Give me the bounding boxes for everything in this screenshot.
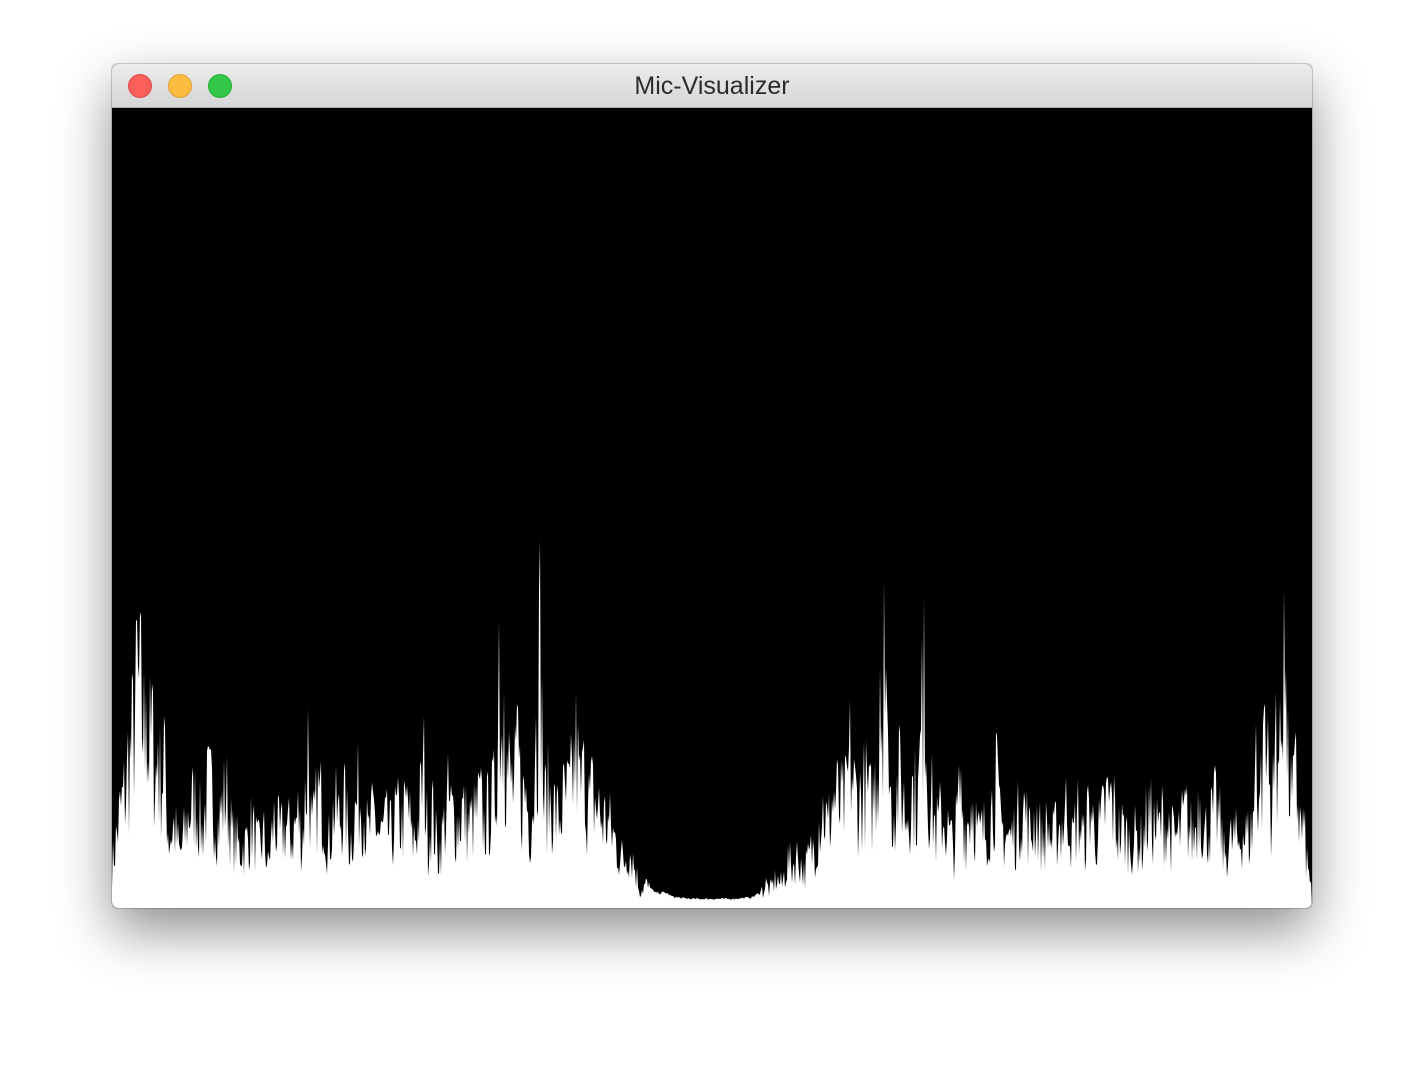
visualizer-background	[112, 108, 1312, 908]
visualizer-canvas	[112, 108, 1312, 908]
window-title: Mic-Visualizer	[634, 72, 790, 100]
app-window: Mic-Visualizer	[112, 64, 1312, 908]
title-bar[interactable]: Mic-Visualizer	[112, 64, 1312, 108]
spectrum-visualizer	[112, 108, 1312, 908]
